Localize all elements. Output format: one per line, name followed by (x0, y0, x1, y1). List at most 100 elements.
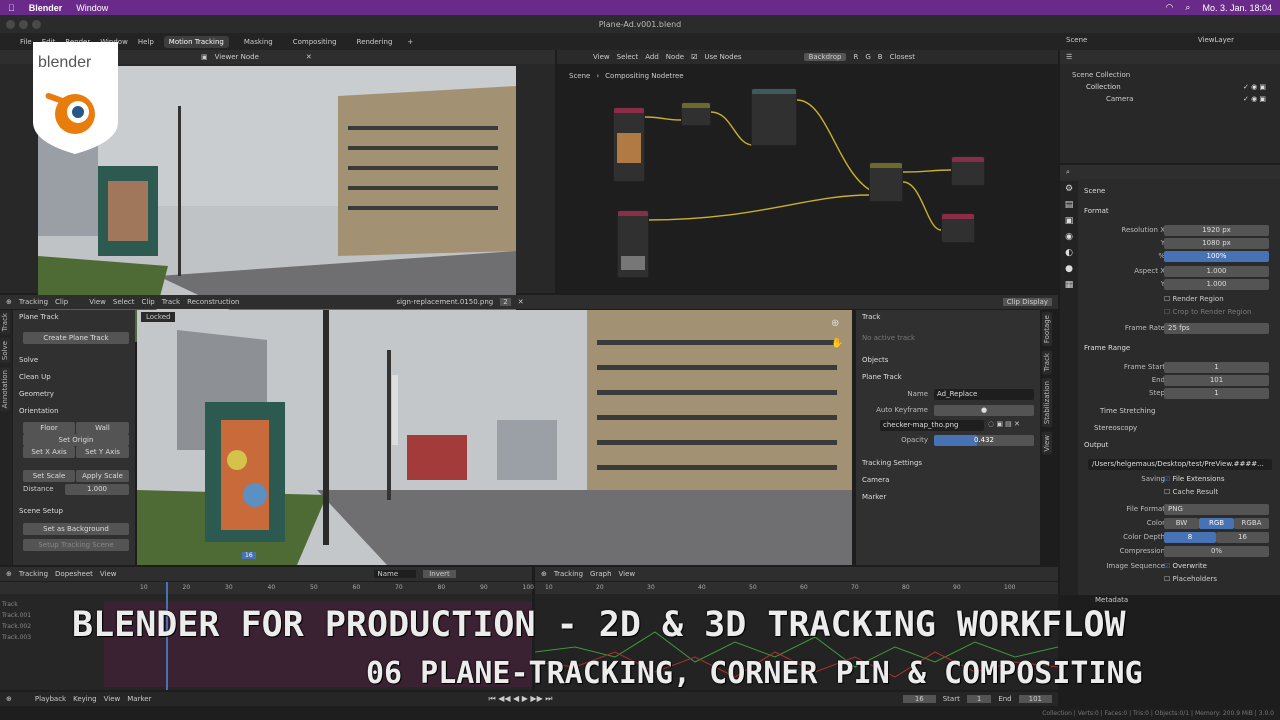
current-frame-field[interactable]: 16 (902, 695, 936, 703)
section-geometry[interactable]: Geometry (13, 387, 60, 401)
playback-menu[interactable]: Playback (35, 695, 66, 703)
tab-solve[interactable]: Solve (0, 338, 10, 364)
locked-badge[interactable]: Locked (141, 312, 176, 322)
tab-compositing[interactable]: Compositing (288, 36, 342, 48)
section-orientation[interactable]: Orientation (13, 404, 65, 418)
aspect-x-field[interactable]: 1.000 (1164, 266, 1269, 277)
graph-menu-view[interactable]: View (619, 570, 636, 578)
section-marker[interactable]: Marker (856, 490, 892, 504)
resolution-pct-field[interactable]: 100% (1164, 251, 1269, 262)
search-icon[interactable]: ⌕ (1066, 168, 1070, 177)
frame-rate-dropdown[interactable]: 25 fps (1164, 323, 1269, 334)
overwrite-checkbox[interactable]: ☑ Overwrite (1164, 562, 1207, 570)
clip-display-dropdown[interactable]: Clip Display (1002, 298, 1052, 306)
cache-result-checkbox[interactable]: ☐ Cache Result (1164, 488, 1218, 496)
menu-track[interactable]: Track (162, 298, 180, 306)
color-rgb-button[interactable]: RGB (1199, 518, 1234, 529)
dopesheet-menu-view[interactable]: View (100, 570, 117, 578)
node-alpha-over[interactable] (869, 162, 903, 202)
compression-field[interactable]: 0% (1164, 546, 1269, 557)
section-stereoscopy[interactable]: Stereoscopy (1094, 424, 1137, 432)
plane-name-field[interactable]: Ad_Replace (934, 389, 1034, 400)
crop-region-checkbox[interactable]: ☐ Crop to Render Region (1164, 308, 1251, 316)
image-actions[interactable]: ◌ ▣ ▤ ✕ (988, 420, 1020, 428)
section-scene-setup[interactable]: Scene Setup (13, 504, 69, 518)
section-time-stretching[interactable]: Time Stretching (1100, 407, 1155, 415)
set-as-background-button[interactable]: Set as Background (23, 523, 129, 535)
tab-track[interactable]: Track (1042, 350, 1052, 375)
file-format-dropdown[interactable]: PNG (1164, 504, 1269, 515)
timeline-marker-menu[interactable]: Marker (127, 695, 151, 703)
depth-16-button[interactable]: 16 (1216, 532, 1269, 543)
section-plane-track[interactable]: Plane Track (856, 370, 908, 384)
frame-start-field[interactable]: 1 (1164, 362, 1269, 373)
minimize-window-button[interactable] (19, 20, 28, 29)
app-menu[interactable]: Blender (29, 3, 63, 13)
wall-button[interactable]: Wall (76, 422, 129, 434)
section-metadata[interactable]: Metadata (1095, 596, 1128, 604)
node-viewer[interactable] (951, 156, 985, 186)
menu-clip[interactable]: Clip (142, 298, 155, 306)
apply-scale-button[interactable]: Apply Scale (76, 470, 129, 482)
visibility-icons[interactable]: ✓ ◉ ▣ ✓ ◉ ▣ (1243, 81, 1266, 105)
resolution-y-field[interactable]: 1080 px (1164, 238, 1269, 249)
start-field[interactable]: 1 (966, 695, 992, 703)
sort-dropdown[interactable]: Name (373, 570, 417, 578)
track-row[interactable]: Track.003 (2, 632, 31, 643)
close-icon[interactable]: ✕ (306, 53, 312, 61)
clip-users-count[interactable]: 2 (500, 298, 511, 306)
section-track[interactable]: Track (856, 310, 1040, 324)
editor-type-icon[interactable]: ⊕ (6, 695, 12, 703)
scene-field[interactable]: Scene (1066, 36, 1087, 44)
frame-end-field[interactable]: 101 (1164, 375, 1269, 386)
add-workspace-button[interactable]: + (407, 38, 413, 46)
placeholders-checkbox[interactable]: ☐ Placeholders (1164, 575, 1217, 583)
section-solve[interactable]: Solve (13, 353, 44, 367)
set-scale-button[interactable]: Set Scale (23, 470, 75, 482)
clip-view[interactable]: Locked 16 ⊕ ✋ (137, 310, 852, 565)
section-tracking-settings[interactable]: Tracking Settings (856, 456, 928, 470)
track-row[interactable]: Track (2, 599, 31, 610)
tab-stabilization[interactable]: Stabilization (1042, 378, 1052, 428)
floor-button[interactable]: Floor (23, 422, 75, 434)
collection-item[interactable]: Collection (1072, 81, 1133, 93)
tab-annotation[interactable]: Annotation (0, 367, 10, 412)
section-frame-range[interactable]: Frame Range (1084, 344, 1130, 352)
viewer-node-label[interactable]: Viewer Node (215, 53, 259, 61)
tab-masking[interactable]: Masking (239, 36, 278, 48)
setup-tracking-scene-button[interactable]: Setup Tracking Scene (23, 539, 129, 551)
editor-type-icon[interactable]: ⊕ (541, 570, 547, 578)
mode-dropdown[interactable]: Tracking (19, 298, 48, 306)
aspect-y-field[interactable]: 1.000 (1164, 279, 1269, 290)
set-origin-button[interactable]: Set Origin (23, 434, 129, 446)
graph-view[interactable]: Graph (590, 570, 611, 578)
editor-type-icon[interactable]: ⊕ (6, 570, 12, 578)
opacity-slider[interactable]: 0.432 (934, 435, 1034, 446)
node-movie-clip[interactable] (617, 210, 649, 278)
view-layer-field[interactable]: ViewLayer (1198, 36, 1234, 44)
tab-view[interactable]: View (1042, 431, 1052, 455)
menu-reconstruction[interactable]: Reconstruction (187, 298, 239, 306)
search-icon[interactable]: ⌕ (1185, 2, 1190, 13)
camera-item[interactable]: Camera (1072, 93, 1133, 105)
dopesheet-mode[interactable]: Tracking (19, 570, 48, 578)
wifi-icon[interactable]: ◠ (1166, 2, 1174, 13)
clip-name-field[interactable]: sign-replacement.0150.png (396, 298, 493, 306)
distance-field[interactable]: 1.000 (65, 484, 129, 495)
close-window-button[interactable] (6, 20, 15, 29)
playback-controls[interactable]: ⏮ ◀◀ ◀ ▶ ▶▶ ⏭ (488, 694, 552, 704)
tab-rendering[interactable]: Rendering (352, 36, 398, 48)
end-field[interactable]: 101 (1018, 695, 1052, 703)
menu-select[interactable]: Select (113, 298, 135, 306)
image-icon[interactable]: ▣ (201, 53, 208, 61)
resolution-x-field[interactable]: 1920 px (1164, 225, 1269, 236)
section-objects[interactable]: Objects (856, 353, 894, 367)
depth-8-button[interactable]: 8 (1164, 532, 1216, 543)
zoom-window-button[interactable] (32, 20, 41, 29)
pan-icon[interactable]: ✋ (831, 338, 843, 349)
timeline-view-menu[interactable]: View (104, 695, 121, 703)
invert-button[interactable]: Invert (423, 570, 456, 578)
tab-footage[interactable]: Footage (1042, 312, 1052, 347)
tab-motion-tracking[interactable]: Motion Tracking (163, 35, 229, 48)
output-path-field[interactable]: /Users/helgemaus/Desktop/test/PreView.##… (1088, 459, 1272, 470)
